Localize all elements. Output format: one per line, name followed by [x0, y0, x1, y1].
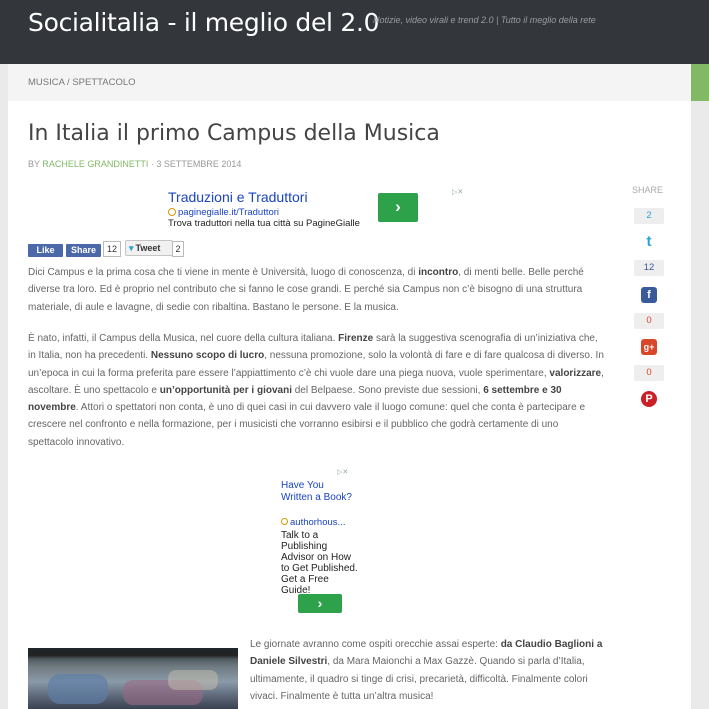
twitter-share-count: 2	[634, 208, 664, 224]
googleplus-share-count: 0	[634, 313, 664, 329]
site-title[interactable]: Socialitalia - il meglio del 2.0	[28, 8, 380, 37]
bold-text: valorizzare	[549, 367, 602, 379]
text-segment: Dici Campus e la prima cosa che ti viene…	[28, 267, 419, 278]
site-tagline: Notizie, video virali e trend 2.0 | Tutt…	[373, 15, 596, 25]
byline-separator: ·	[150, 159, 154, 169]
ad-banner-top[interactable]: Traduzioni e Traduttori paginegialle.it/…	[166, 188, 472, 229]
ad-url-text[interactable]: authorhous...	[290, 517, 345, 528]
bold-text: un’opportunità per i giovani	[159, 384, 292, 396]
ad-title[interactable]: Traduzioni e Traduttori	[168, 189, 308, 205]
chevron-right-icon: ›	[317, 595, 323, 611]
text-segment: Le giornate avranno come ospiti orecchie…	[250, 639, 501, 650]
sidebar-toggle[interactable]	[691, 64, 709, 101]
post-title: In Italia il primo Campus della Musica	[28, 121, 440, 146]
ad-location-icon	[168, 208, 176, 217]
article-image	[28, 648, 238, 709]
facebook-share-count: 12	[103, 241, 121, 257]
ad-url-text[interactable]: paginegialle.it/Traduttori	[178, 207, 279, 218]
ad-title[interactable]: Have You Written a Book?	[281, 480, 356, 504]
breadcrumb-bar: MUSICA / SPETTACOLO	[8, 64, 691, 102]
site-header: Socialitalia - il meglio del 2.0 Notizie…	[0, 0, 709, 64]
googleplus-icon[interactable]: g+	[641, 339, 657, 355]
adchoices-icon[interactable]: ▷✕	[337, 469, 355, 477]
pinterest-share-count: 0	[634, 365, 664, 381]
facebook-like-button[interactable]: Like	[28, 244, 63, 257]
article-paragraph-3: Le giornate avranno come ospiti orecchie…	[250, 636, 608, 705]
share-label: SHARE	[632, 185, 664, 195]
post-byline: BY RACHELE GRANDINETTI · 3 SETTEMBRE 201…	[28, 159, 241, 169]
post-date: 3 SETTEMBRE 2014	[156, 159, 242, 169]
bold-text: Firenze	[338, 333, 374, 344]
tweet-button[interactable]: ▾ Tweet	[125, 240, 173, 256]
adchoices-icon[interactable]: ▷✕	[452, 189, 470, 197]
ad-description: Talk to a Publishing Advisor on How to G…	[281, 530, 358, 596]
article-paragraph-2: È nato, infatti, il Campus della Musica,…	[28, 330, 606, 451]
bold-text: incontro	[418, 267, 459, 278]
text-segment: . Attori o spettatori non conta, è uno d…	[28, 402, 586, 448]
bold-text: Nessuno scopo di lucro	[150, 350, 265, 362]
ad-banner-side[interactable]: ▷✕ Have You Written a Book? authorhous..…	[280, 468, 360, 618]
chevron-right-icon: ›	[395, 197, 401, 216]
article-paragraph-1: Dici Campus e la prima cosa che ti viene…	[28, 264, 606, 316]
ad-description: Trova traduttori nella tua città su Pagi…	[168, 218, 360, 229]
text-segment: È nato, infatti, il Campus della Musica,…	[28, 333, 339, 344]
text-segment: del Belpaese. Sono previste due sessioni…	[291, 384, 484, 396]
pinterest-icon[interactable]: P	[641, 391, 657, 407]
tweet-label: Tweet	[135, 243, 161, 253]
twitter-bird-icon: ▾	[129, 243, 134, 253]
facebook-share-button[interactable]: Share	[66, 244, 101, 257]
facebook-icon[interactable]: f	[641, 287, 657, 303]
ad-go-button[interactable]: ›	[298, 594, 342, 613]
byline-prefix: BY	[28, 159, 40, 169]
ad-go-button[interactable]: ›	[378, 193, 418, 222]
breadcrumb[interactable]: MUSICA / SPETTACOLO	[28, 77, 136, 88]
ad-location-icon	[281, 518, 288, 525]
facebook-share-count-side: 12	[634, 260, 664, 276]
author-link[interactable]: RACHELE GRANDINETTI	[42, 159, 148, 169]
ad-url[interactable]: paginegialle.it/Traduttori	[168, 207, 279, 218]
ad-url[interactable]: authorhous...	[281, 517, 345, 528]
twitter-icon[interactable]: t	[641, 234, 657, 250]
tweet-count: 2	[172, 241, 184, 257]
